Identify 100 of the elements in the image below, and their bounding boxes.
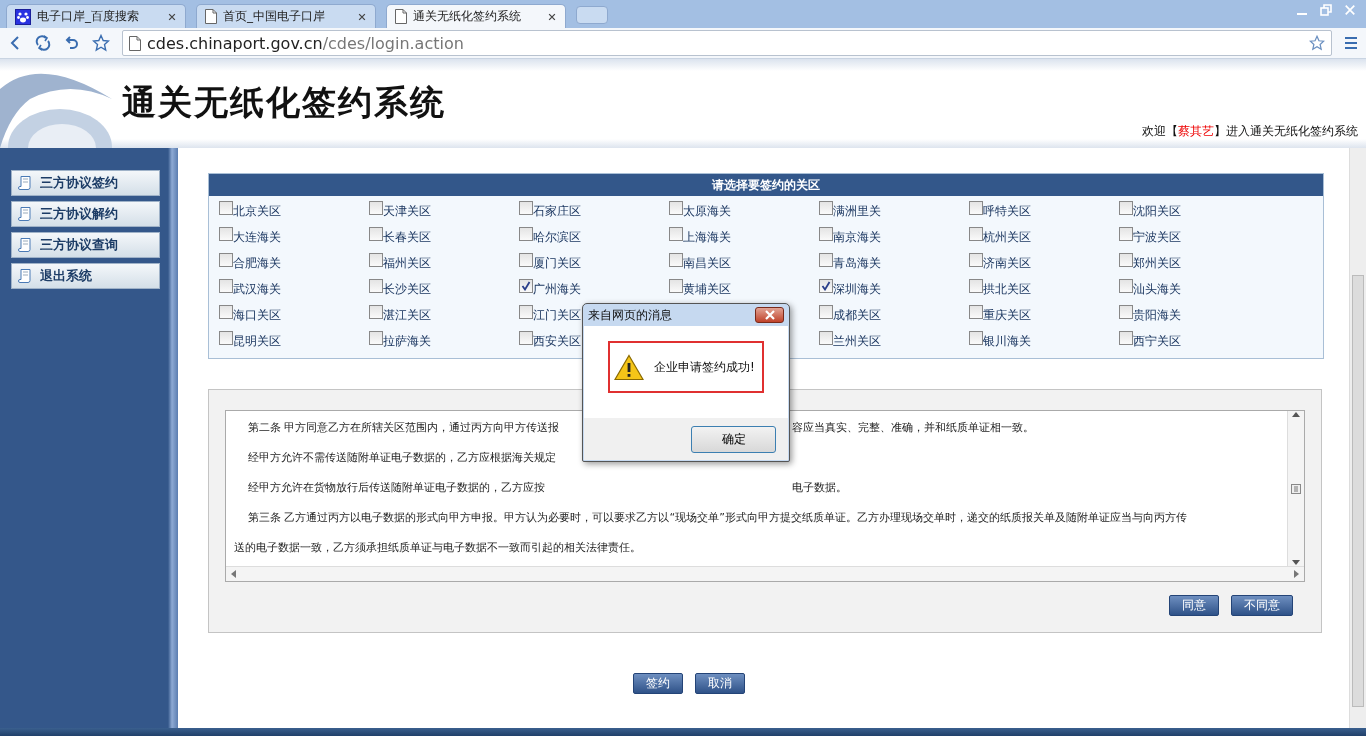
checkbox[interactable] bbox=[1119, 331, 1133, 345]
close-icon[interactable] bbox=[547, 11, 557, 22]
checkbox-label[interactable]: 石家庄区 bbox=[533, 202, 581, 220]
checkbox[interactable] bbox=[969, 279, 983, 293]
checkbox[interactable] bbox=[819, 201, 833, 215]
checkbox[interactable] bbox=[1119, 227, 1133, 241]
checkbox[interactable] bbox=[819, 305, 833, 319]
scroll-thumb-icon[interactable] bbox=[1291, 483, 1301, 494]
menu-icon[interactable] bbox=[1344, 36, 1358, 50]
checkbox-label[interactable]: 湛江关区 bbox=[383, 306, 431, 324]
checkbox[interactable] bbox=[1119, 305, 1133, 319]
checkbox-label[interactable]: 银川海关 bbox=[983, 332, 1031, 350]
back-icon[interactable] bbox=[8, 35, 22, 51]
checkbox[interactable] bbox=[669, 201, 683, 215]
agreement-button[interactable]: 同意 bbox=[1169, 595, 1219, 616]
scroll-left-icon[interactable] bbox=[230, 570, 236, 578]
checkbox-label[interactable]: 哈尔滨区 bbox=[533, 228, 581, 246]
checkbox[interactable] bbox=[369, 201, 383, 215]
page-scrollbar[interactable] bbox=[1349, 148, 1366, 728]
checkbox[interactable] bbox=[369, 305, 383, 319]
agreement-button[interactable]: 不同意 bbox=[1231, 595, 1293, 616]
checkbox-label[interactable]: 汕头海关 bbox=[1133, 280, 1181, 298]
checkbox[interactable] bbox=[219, 227, 233, 241]
ok-button[interactable]: 确定 bbox=[691, 425, 776, 453]
scroll-up-icon[interactable] bbox=[1292, 411, 1300, 417]
checkbox[interactable] bbox=[819, 331, 833, 345]
close-icon[interactable] bbox=[167, 11, 177, 22]
star-icon[interactable] bbox=[1309, 35, 1325, 51]
checkbox-label[interactable]: 西安关区 bbox=[533, 332, 581, 350]
checkbox-label[interactable]: 天津关区 bbox=[383, 202, 431, 220]
sidebar-item[interactable]: 三方协议签约 bbox=[11, 170, 160, 196]
checkbox-label[interactable]: 兰州关区 bbox=[833, 332, 881, 350]
checkbox-label[interactable]: 呼特关区 bbox=[983, 202, 1031, 220]
checkbox-label[interactable]: 长春关区 bbox=[383, 228, 431, 246]
checkbox-label[interactable]: 海口关区 bbox=[233, 306, 281, 324]
checkbox[interactable] bbox=[819, 253, 833, 267]
checkbox[interactable] bbox=[369, 227, 383, 241]
checkbox[interactable] bbox=[219, 279, 233, 293]
checkbox-label[interactable]: 济南关区 bbox=[983, 254, 1031, 272]
checkbox[interactable] bbox=[669, 279, 683, 293]
action-button[interactable]: 签约 bbox=[632, 673, 683, 694]
checkbox-label[interactable]: 宁波关区 bbox=[1133, 228, 1181, 246]
address-bar[interactable]: cdes.chinaport.gov.cn/cdes/login.action bbox=[122, 30, 1332, 56]
undo-icon[interactable] bbox=[64, 35, 80, 51]
checkbox-label[interactable]: 贵阳海关 bbox=[1133, 306, 1181, 324]
action-button[interactable]: 取消 bbox=[694, 673, 745, 694]
checkbox-label[interactable]: 南昌关区 bbox=[683, 254, 731, 272]
sidebar-item[interactable]: 三方协议查询 bbox=[11, 232, 160, 258]
checkbox[interactable] bbox=[1119, 253, 1133, 267]
new-tab-button[interactable] bbox=[576, 6, 608, 24]
checkbox[interactable] bbox=[219, 331, 233, 345]
checkbox-label[interactable]: 福州关区 bbox=[383, 254, 431, 272]
checkbox-label[interactable]: 上海海关 bbox=[683, 228, 731, 246]
checkbox[interactable] bbox=[519, 227, 533, 241]
checkbox-label[interactable]: 重庆关区 bbox=[983, 306, 1031, 324]
checkbox-label[interactable]: 南京海关 bbox=[833, 228, 881, 246]
checkbox[interactable] bbox=[369, 253, 383, 267]
checkbox[interactable] bbox=[969, 227, 983, 241]
checkbox[interactable] bbox=[519, 279, 533, 293]
checkbox[interactable] bbox=[819, 279, 833, 293]
checkbox[interactable] bbox=[669, 253, 683, 267]
checkbox[interactable] bbox=[519, 305, 533, 319]
checkbox-label[interactable]: 西宁关区 bbox=[1133, 332, 1181, 350]
checkbox[interactable] bbox=[219, 305, 233, 319]
checkbox[interactable] bbox=[369, 279, 383, 293]
checkbox[interactable] bbox=[219, 253, 233, 267]
checkbox-label[interactable]: 杭州关区 bbox=[983, 228, 1031, 246]
horizontal-scrollbar[interactable] bbox=[226, 566, 1304, 581]
checkbox[interactable] bbox=[669, 227, 683, 241]
browser-tab[interactable]: 首页_中国电子口岸 bbox=[196, 4, 376, 28]
checkbox-label[interactable]: 成都关区 bbox=[833, 306, 881, 324]
checkbox[interactable] bbox=[819, 227, 833, 241]
checkbox[interactable] bbox=[219, 201, 233, 215]
checkbox-label[interactable]: 昆明关区 bbox=[233, 332, 281, 350]
checkbox-label[interactable]: 沈阳关区 bbox=[1133, 202, 1181, 220]
checkbox[interactable] bbox=[969, 331, 983, 345]
close-icon[interactable] bbox=[763, 310, 776, 320]
checkbox-label[interactable]: 郑州关区 bbox=[1133, 254, 1181, 272]
restore-icon[interactable] bbox=[1320, 4, 1332, 16]
checkbox-label[interactable]: 深圳海关 bbox=[833, 280, 881, 298]
checkbox-label[interactable]: 黄埔关区 bbox=[683, 280, 731, 298]
checkbox[interactable] bbox=[1119, 201, 1133, 215]
checkbox-label[interactable]: 拱北关区 bbox=[983, 280, 1031, 298]
checkbox[interactable] bbox=[969, 305, 983, 319]
checkbox-label[interactable]: 长沙关区 bbox=[383, 280, 431, 298]
scroll-right-icon[interactable] bbox=[1294, 570, 1300, 578]
reload-icon[interactable] bbox=[34, 34, 52, 52]
checkbox-label[interactable]: 太原海关 bbox=[683, 202, 731, 220]
checkbox-label[interactable]: 江门关区 bbox=[533, 306, 581, 324]
checkbox-label[interactable]: 满洲里关 bbox=[833, 202, 881, 220]
checkbox[interactable] bbox=[519, 201, 533, 215]
browser-tab[interactable]: 电子口岸_百度搜索 bbox=[6, 4, 186, 28]
sidebar-item[interactable]: 退出系统 bbox=[11, 263, 160, 289]
checkbox-label[interactable]: 广州海关 bbox=[533, 280, 581, 298]
star-icon[interactable] bbox=[92, 34, 110, 52]
checkbox[interactable] bbox=[369, 331, 383, 345]
sidebar-item[interactable]: 三方协议解约 bbox=[11, 201, 160, 227]
close-icon[interactable] bbox=[357, 11, 367, 22]
checkbox-label[interactable]: 拉萨海关 bbox=[383, 332, 431, 350]
checkbox-label[interactable]: 青岛海关 bbox=[833, 254, 881, 272]
